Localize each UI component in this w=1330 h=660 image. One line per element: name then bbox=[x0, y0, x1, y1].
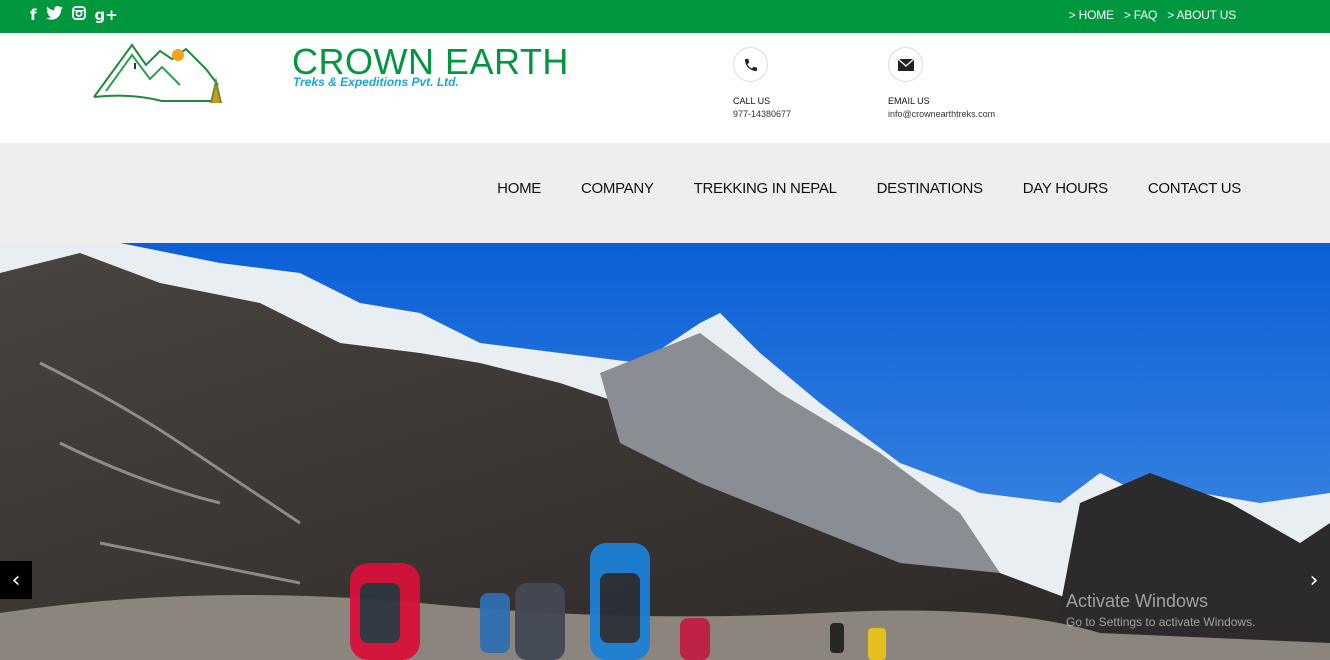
site-logo[interactable] bbox=[90, 41, 240, 105]
social-links: f g+ bbox=[30, 6, 118, 24]
twitter-icon[interactable] bbox=[45, 6, 63, 24]
brand: CROWN EARTH Treks & Expeditions Pvt. Ltd… bbox=[292, 43, 569, 89]
instagram-icon[interactable] bbox=[71, 6, 86, 24]
google-plus-icon[interactable]: g+ bbox=[95, 6, 118, 24]
slider-prev-button[interactable]: ‹ bbox=[0, 561, 32, 599]
email-label: EMAIL US bbox=[888, 96, 930, 106]
watermark-subtitle: Go to Settings to activate Windows. bbox=[1066, 615, 1256, 629]
nav-trekking-in-nepal[interactable]: TREKKING IN NEPAL bbox=[694, 180, 837, 197]
top-link-faq[interactable]: > FAQ bbox=[1124, 8, 1158, 22]
top-link-about-us[interactable]: > ABOUT US bbox=[1167, 8, 1236, 22]
nav-menu: HOME COMPANY TREKKING IN NEPAL DESTINATI… bbox=[497, 180, 1241, 197]
facebook-icon[interactable]: f bbox=[30, 6, 37, 24]
watermark-title: Activate Windows bbox=[1066, 591, 1209, 611]
call-number[interactable]: 977-14380677 bbox=[733, 107, 791, 121]
hero-slider: ‹ › Activate Windows Go to Settings to a… bbox=[0, 243, 1330, 660]
top-link-home[interactable]: > HOME bbox=[1069, 8, 1114, 22]
nav-company[interactable]: COMPANY bbox=[581, 180, 654, 197]
top-bar: f g+ > HOME > FAQ > ABOUT US bbox=[0, 0, 1330, 33]
top-links: > HOME > FAQ > ABOUT US bbox=[1069, 8, 1237, 22]
main-nav: HOME COMPANY TREKKING IN NEPAL DESTINATI… bbox=[0, 143, 1330, 243]
phone-icon[interactable] bbox=[733, 47, 768, 82]
contact-email: EMAIL US info@crownearthtreks.com bbox=[888, 47, 995, 121]
nav-contact-us[interactable]: CONTACT US bbox=[1148, 180, 1241, 197]
call-label: CALL US bbox=[733, 96, 771, 106]
contact-call: CALL US 977-14380677 bbox=[733, 47, 791, 121]
windows-activation-watermark: Activate Windows Go to Settings to activ… bbox=[1066, 591, 1255, 629]
site-header: CROWN EARTH Treks & Expeditions Pvt. Ltd… bbox=[0, 33, 1330, 143]
envelope-icon[interactable] bbox=[888, 47, 923, 82]
nav-day-hours[interactable]: DAY HOURS bbox=[1023, 180, 1108, 197]
slider-next-button[interactable]: › bbox=[1298, 561, 1330, 599]
email-address[interactable]: info@crownearthtreks.com bbox=[888, 107, 995, 121]
nav-destinations[interactable]: DESTINATIONS bbox=[877, 180, 983, 197]
nav-home[interactable]: HOME bbox=[497, 180, 541, 197]
